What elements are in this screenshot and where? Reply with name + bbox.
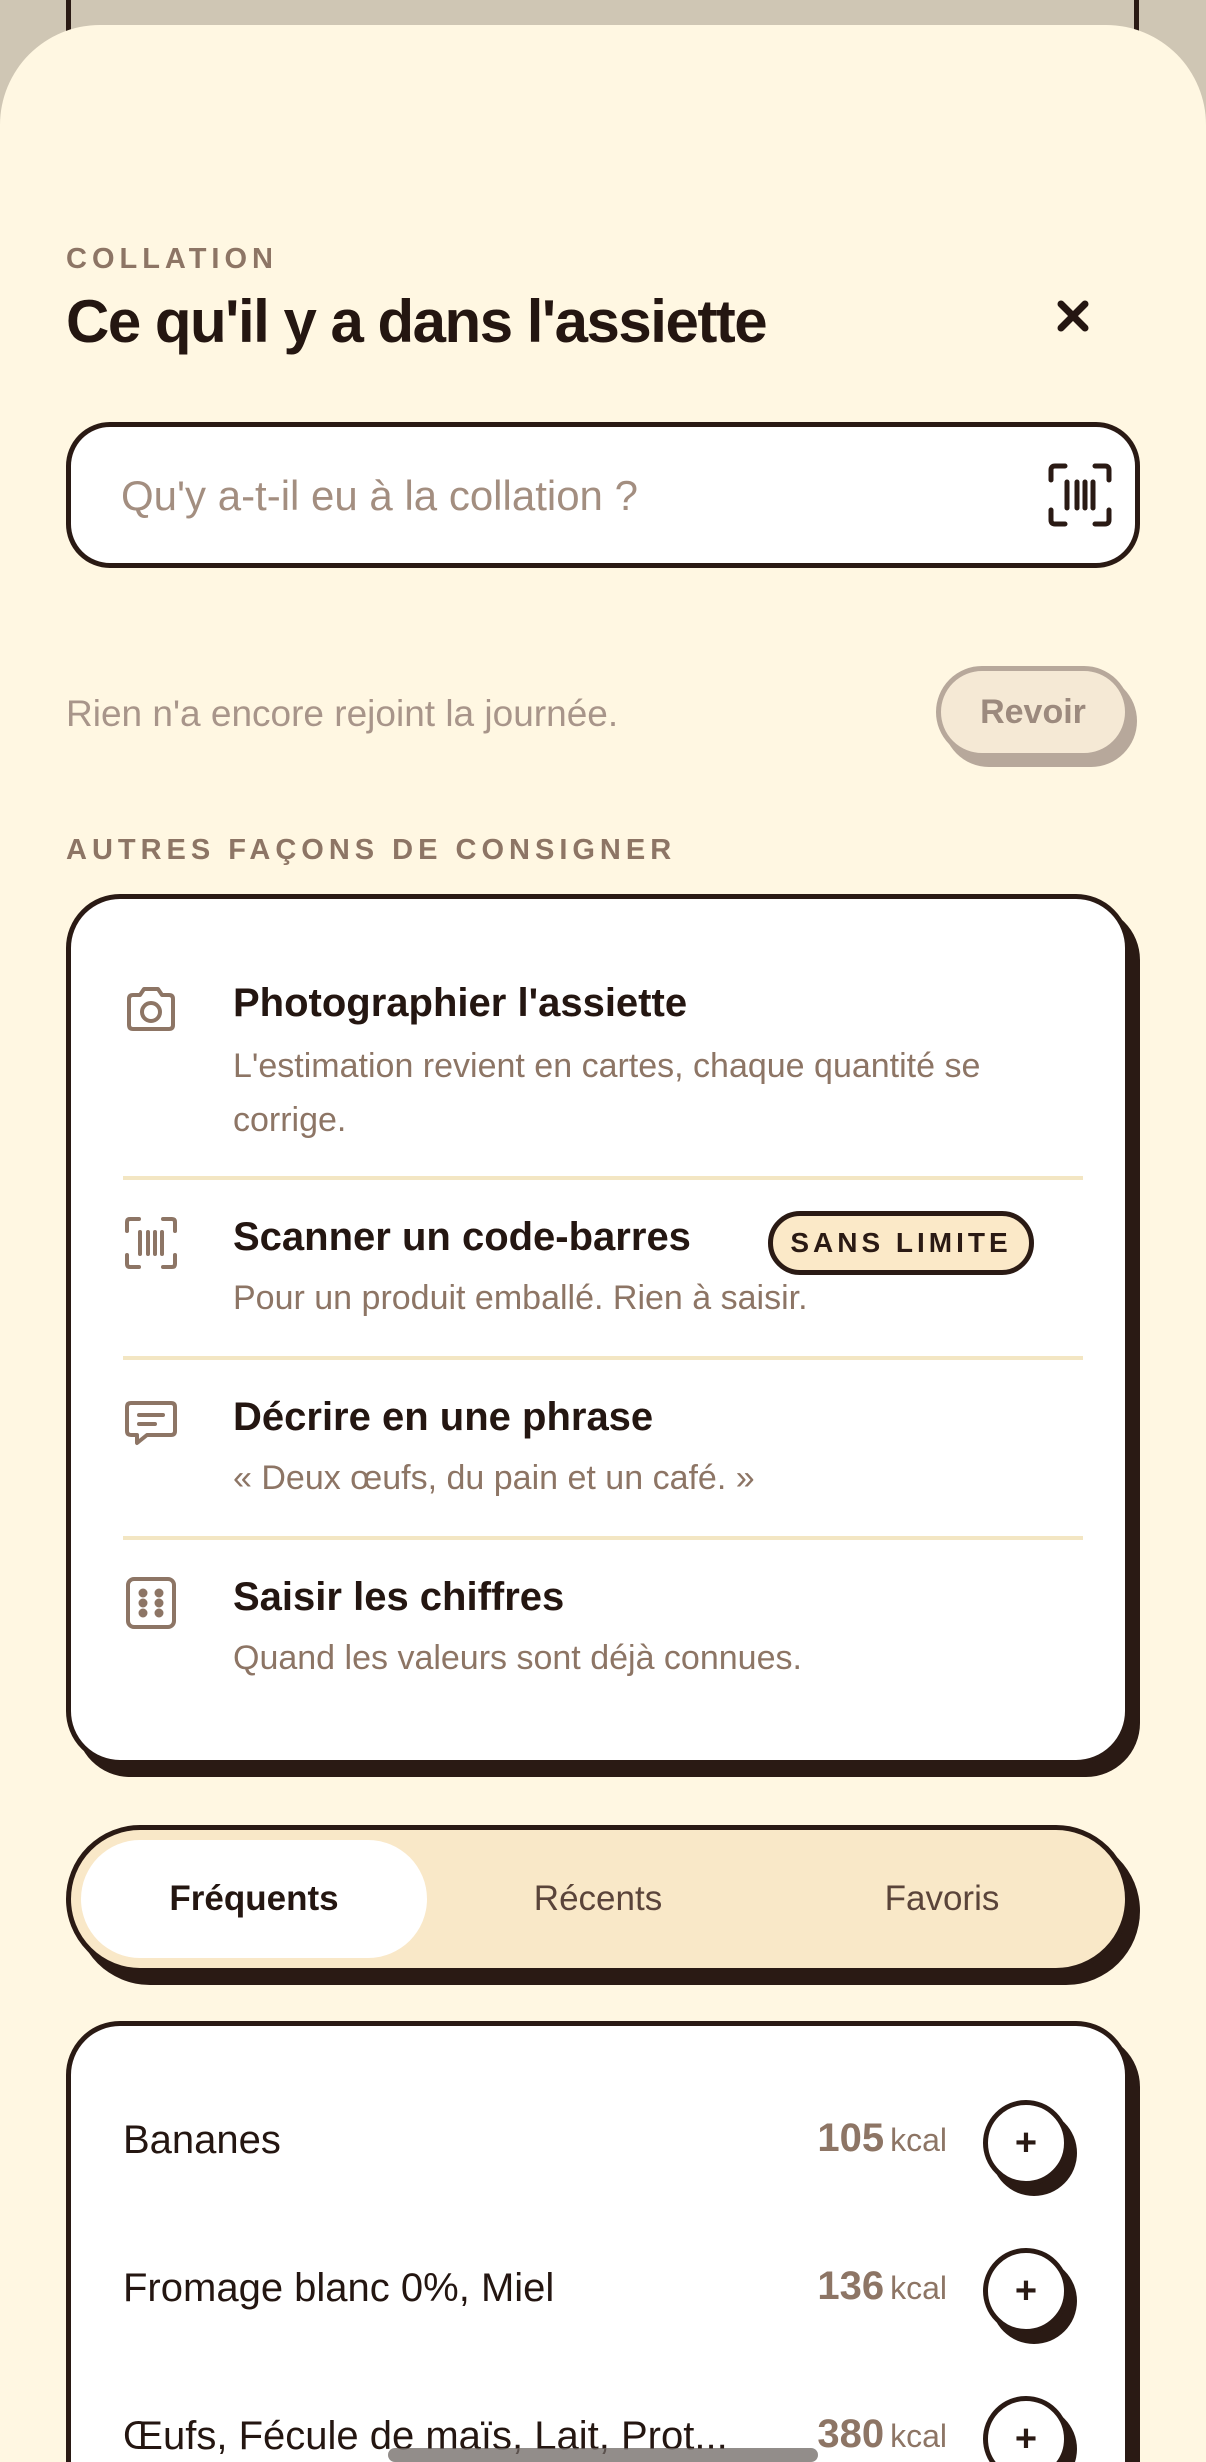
scan-barcode-button[interactable] (1037, 452, 1123, 538)
method-title: Photographier l'assiette (233, 981, 688, 1025)
food-name: Fromage blanc 0%, Miel (123, 2266, 555, 2310)
meal-kicker: COLLATION (66, 243, 278, 275)
calorie-unit: kcal (890, 2270, 947, 2306)
close-icon (1057, 300, 1089, 332)
add-food-button[interactable]: + (983, 2396, 1069, 2462)
calorie-value: 380 (817, 2412, 885, 2456)
search-field[interactable] (66, 422, 1140, 568)
method-title: Décrire en une phrase (233, 1395, 654, 1439)
method-photo[interactable]: Photographier l'assiette L'estimation re… (123, 967, 1083, 1187)
divider (123, 1356, 1083, 1360)
tab-recent[interactable]: Récents (425, 1840, 771, 1958)
food-list-tabs: Fréquents Récents Favoris (66, 1825, 1130, 1973)
method-title: Scanner un code-barres (233, 1215, 691, 1259)
sheet-title: Ce qu'il y a dans l'assiette (66, 288, 768, 355)
add-food-button[interactable]: + (983, 2100, 1069, 2186)
method-describe[interactable]: Décrire en une phrase « Deux œufs, du pa… (123, 1391, 1083, 1531)
unlimited-badge: SANS LIMITE (768, 1211, 1034, 1275)
divider (123, 1176, 1083, 1180)
divider (123, 1536, 1083, 1540)
log-methods-card: Photographier l'assiette L'estimation re… (66, 894, 1130, 1765)
barcode-icon (1048, 463, 1112, 527)
food-row: Fromage blanc 0%, Miel 136 kcal + (123, 2244, 1083, 2344)
method-description: « Deux œufs, du pain et un café. » (233, 1459, 755, 1497)
food-calories: 380 kcal (817, 2412, 947, 2457)
close-button[interactable] (1040, 283, 1106, 349)
camera-icon (127, 987, 175, 1031)
add-food-button[interactable]: + (983, 2248, 1069, 2334)
log-food-sheet: COLLATION Ce qu'il y a dans l'assiette R… (0, 25, 1206, 2462)
method-description: L'estimation revient en cartes, chaque q… (233, 1047, 981, 1139)
calorie-unit: kcal (890, 2122, 947, 2158)
tab-favorites[interactable]: Favoris (769, 1840, 1115, 1958)
tab-frequent[interactable]: Fréquents (81, 1840, 427, 1958)
method-manual-entry[interactable]: Saisir les chiffres Quand les valeurs so… (123, 1571, 1083, 1711)
home-indicator[interactable] (388, 2448, 818, 2462)
keypad-icon (126, 1577, 176, 1629)
chat-icon (125, 1401, 177, 1445)
review-button[interactable]: Revoir (936, 666, 1130, 758)
calorie-unit: kcal (890, 2418, 947, 2454)
section-label: AUTRES FAÇONS DE CONSIGNER (66, 834, 677, 866)
calorie-value: 105 (817, 2116, 885, 2160)
barcode-icon (125, 1217, 177, 1269)
method-title: Saisir les chiffres (233, 1575, 565, 1619)
search-input[interactable] (119, 457, 1003, 535)
food-calories: 136 kcal (817, 2264, 947, 2309)
food-name: Bananes (123, 2118, 281, 2162)
empty-day-text: Rien n'a encore rejoint la journée. (66, 693, 619, 734)
food-calories: 105 kcal (817, 2116, 947, 2161)
method-description: Pour un produit emballé. Rien à saisir. (233, 1279, 808, 1317)
frequent-foods-card: Bananes 105 kcal + Fromage blanc 0%, Miel… (66, 2021, 1130, 2462)
calorie-value: 136 (817, 2264, 885, 2308)
food-row: Bananes 105 kcal + (123, 2096, 1083, 2196)
method-description: Quand les valeurs sont déjà connues. (233, 1639, 802, 1677)
